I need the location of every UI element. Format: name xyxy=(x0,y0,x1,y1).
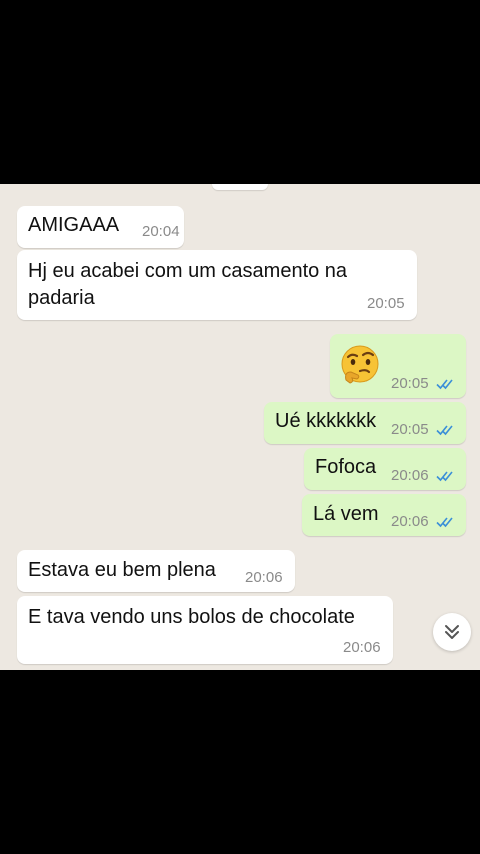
message-text: Fofoca xyxy=(315,456,377,478)
double-chevron-down-icon xyxy=(445,625,459,639)
double-check-icon xyxy=(436,471,453,482)
message-time: 20:06 xyxy=(245,569,283,586)
outgoing-message[interactable]: 20:05 xyxy=(330,334,466,398)
chat-area[interactable]: AMIGAAA 20:04 Hj eu acabei com um casame… xyxy=(0,184,480,670)
message-text: Ué kkkkkkk xyxy=(275,410,377,432)
outgoing-message[interactable]: Lá vem 20:06 xyxy=(302,494,466,536)
incoming-message[interactable]: Estava eu bem plena 20:06 xyxy=(17,550,295,592)
double-check-icon xyxy=(436,425,453,436)
incoming-message[interactable]: AMIGAAA 20:04 xyxy=(17,206,184,248)
double-check-icon xyxy=(436,379,453,390)
message-time: 20:05 xyxy=(391,375,429,392)
outgoing-message[interactable]: Ué kkkkkkk 20:05 xyxy=(264,402,466,444)
incoming-message[interactable]: E tava vendo uns bolos de chocolate 20:0… xyxy=(17,596,393,664)
message-time: 20:05 xyxy=(367,295,405,312)
double-check-icon xyxy=(436,517,453,528)
message-time: 20:06 xyxy=(343,639,381,656)
outgoing-message[interactable]: Fofoca 20:06 xyxy=(304,448,466,490)
message-text: Estava eu bem plena xyxy=(28,559,216,581)
message-text: AMIGAAA xyxy=(28,214,120,236)
message-time: 20:06 xyxy=(391,467,429,484)
message-time: 20:04 xyxy=(142,223,180,240)
message-text: Hj eu acabei com um casamento na xyxy=(28,260,348,282)
incoming-message[interactable]: Hj eu acabei com um casamento na padaria… xyxy=(17,250,417,320)
date-chip xyxy=(212,184,268,190)
message-text: padaria xyxy=(28,287,95,309)
message-text: Lá vem xyxy=(313,503,379,525)
message-time: 20:06 xyxy=(391,513,429,530)
message-time: 20:05 xyxy=(391,421,429,438)
scroll-to-bottom-button[interactable] xyxy=(433,613,471,651)
message-text: E tava vendo uns bolos de chocolate xyxy=(28,606,355,628)
thinking-face-emoji xyxy=(341,345,379,384)
